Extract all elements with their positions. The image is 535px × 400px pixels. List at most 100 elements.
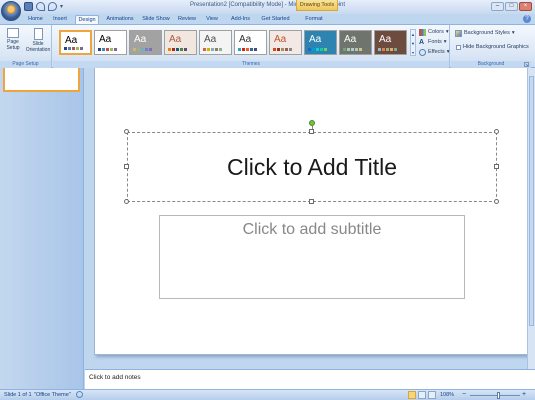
page-setup-button[interactable]: Page Setup [2,28,24,51]
spelling-check-icon[interactable] [76,391,83,398]
effects-icon [419,48,426,56]
notes-pane[interactable]: Click to add notes [85,369,535,389]
color-swatch [355,48,358,51]
background-styles-button[interactable]: Background Styles ▾ [455,29,515,37]
window-controls: – □ × [491,2,532,11]
resize-handle-bottom[interactable] [309,199,314,204]
tab-insert[interactable]: Insert [49,15,71,24]
theme-color-swatches [343,48,362,51]
resize-handle-left[interactable] [124,164,129,169]
theme-thumbnail-civic[interactable]: Aa [199,30,232,55]
tab-view[interactable]: View [203,15,221,24]
color-swatch [102,48,105,51]
slide-orientation-label: Slide Orientation [25,41,51,53]
color-swatch [378,48,381,51]
color-swatch [180,48,183,51]
colors-icon [419,28,426,36]
resize-handle-top[interactable] [309,129,314,134]
color-swatch [137,48,140,51]
color-swatch [277,48,280,51]
theme-thumbnail-median[interactable]: Aa [374,30,407,55]
minimize-button[interactable]: – [491,2,504,11]
color-swatch [106,48,109,51]
themes-group: Aa Aa Aa Aa Aa Aa Aa Aa Aa Aa ▲ ▼ ▾ Colors ▾ A Fonts… [53,25,450,68]
color-swatch [351,48,354,51]
slide-thumbnail[interactable] [3,68,80,92]
theme-thumbnail-equity[interactable]: Aa [269,30,302,55]
theme-color-swatches [273,48,292,51]
color-swatch [386,48,389,51]
window-title: Presentation2 [Compatibility Mode] - Mic… [189,2,346,8]
theme-thumbnail-flow[interactable]: Aa [304,30,337,55]
subtitle-placeholder[interactable]: Click to add subtitle [159,215,465,299]
theme-thumbnail-office-theme-selected[interactable]: Aa [59,30,92,55]
color-swatch [176,48,179,51]
tab-home[interactable]: Home [26,15,45,24]
fonts-button[interactable]: A Fonts ▾ [419,38,447,46]
tab-animations[interactable]: Animations [104,15,136,24]
fonts-icon: A [419,38,425,46]
gallery-scroll[interactable]: ▲ ▼ ▾ [410,29,416,56]
resize-handle-top-right[interactable] [494,129,499,134]
normal-view-icon[interactable] [408,391,416,399]
slide-show-view-icon[interactable] [428,391,436,399]
color-swatch [359,48,362,51]
tab-design[interactable]: Design [75,15,99,24]
dialog-launcher-icon[interactable]: ↘ [524,62,529,67]
resize-handle-top-left[interactable] [124,129,129,134]
resize-handle-bottom-right[interactable] [494,199,499,204]
slide-orientation-button[interactable]: Slide Orientation [24,28,52,53]
theme-sample-text: Aa [169,34,182,45]
theme-thumbnail-foundry[interactable]: Aa [339,30,372,55]
scrollbar-thumb[interactable] [529,76,534,326]
zoom-slider-knob[interactable] [497,392,500,399]
colors-label: Colors [428,29,444,35]
theme-sample-text: Aa [239,34,252,45]
tab-add-ins[interactable]: Add-Ins [227,15,254,24]
zoom-level[interactable]: 108% [440,390,454,400]
color-swatch [141,48,144,51]
resize-handle-bottom-left[interactable] [124,199,129,204]
colors-button[interactable]: Colors ▾ [419,28,449,36]
zoom-out-icon[interactable]: − [462,390,466,400]
color-swatch [281,48,284,51]
slide-sorter-view-icon[interactable] [418,391,426,399]
color-swatch [312,48,315,51]
tab-format[interactable]: Format [300,15,328,24]
theme-thumbnail-aspect[interactable]: Aa [164,30,197,55]
zoom-in-icon[interactable]: + [522,390,526,400]
theme-thumbnail-concourse[interactable]: Aa [234,30,267,55]
maximize-button[interactable]: □ [505,2,518,11]
theme-color-swatches [203,48,222,51]
close-button[interactable]: × [519,2,532,11]
theme-sample-text: Aa [65,35,78,46]
title-placeholder[interactable]: Click to Add Title [127,132,497,202]
tab-review[interactable]: Review [176,15,198,24]
resize-handle-right[interactable] [494,164,499,169]
color-swatch [250,48,253,51]
tab-get-started[interactable]: Get Started [259,15,292,24]
color-swatch [285,48,288,51]
background-styles-label: Background Styles [464,30,510,36]
color-swatch [149,48,152,51]
effects-button[interactable]: Effects ▾ [419,48,449,56]
color-swatch [347,48,350,51]
color-swatch [98,48,101,51]
vertical-scrollbar[interactable] [527,68,535,369]
office-button[interactable] [1,1,21,21]
ribbon: Page Setup Slide Orientation Page Setup … [0,24,535,68]
color-swatch [114,48,117,51]
slide-canvas[interactable]: Click to Add Title Click to add subtitle [94,68,528,355]
page-setup-group: Page Setup Slide Orientation Page Setup [0,25,52,68]
hide-background-graphics-checkbox[interactable]: Hide Background Graphics [456,43,529,51]
theme-thumbnail-apex[interactable]: Aa [129,30,162,55]
zoom-slider[interactable] [470,395,520,396]
tab-slide-show[interactable]: Slide Show [140,15,172,24]
color-swatch [308,48,311,51]
help-icon[interactable]: ? [523,15,531,23]
theme-sample-text: Aa [379,34,392,45]
fonts-label: Fonts [428,39,442,45]
theme-color-swatches [98,48,117,51]
color-swatch [110,48,113,51]
theme-thumbnail-office-theme[interactable]: Aa [94,30,127,55]
